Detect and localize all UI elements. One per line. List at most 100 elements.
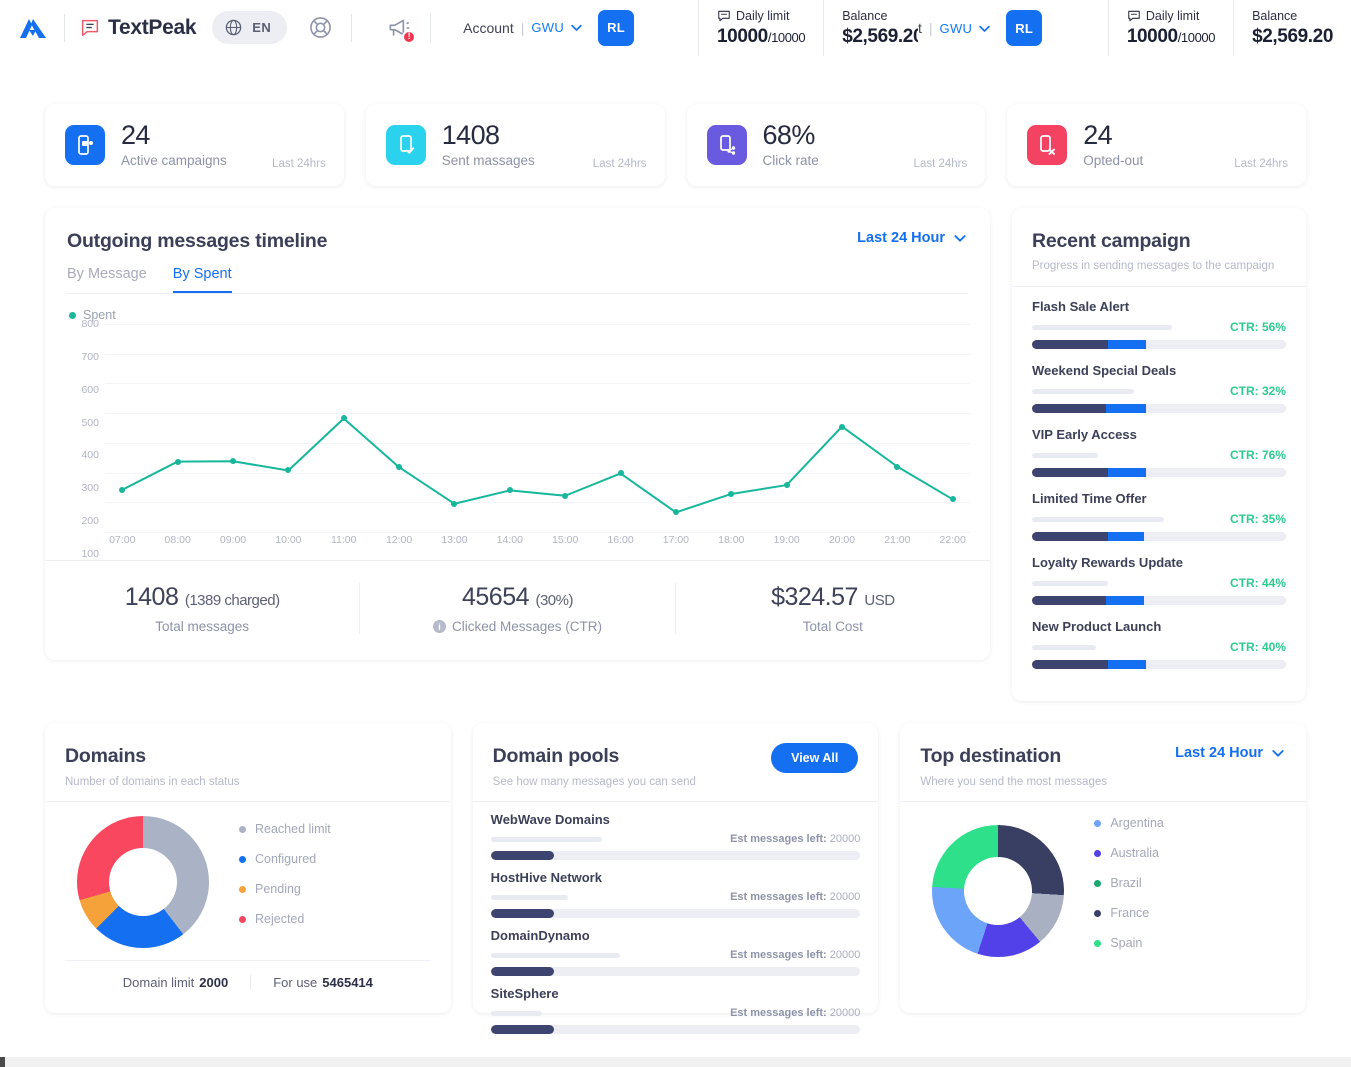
domain-pool-item[interactable]: SiteSphere Est messages left: 20000	[490, 986, 861, 1034]
account-selector[interactable]: Account | GWU	[463, 20, 584, 36]
x-axis-tick: 18:00	[718, 534, 745, 546]
campaign-icon	[65, 125, 105, 165]
chart-data-point[interactable]	[119, 486, 126, 493]
user-avatar-duplicate[interactable]: RL	[1006, 10, 1043, 46]
campaign-progress-delivered	[1108, 340, 1147, 349]
domain-pool-item[interactable]: HostHive Network Est messages left: 20000	[490, 870, 861, 918]
chart-data-point[interactable]	[617, 470, 624, 477]
chart-legend: Spent	[45, 294, 990, 322]
help-support-button[interactable]	[303, 11, 337, 45]
legend-item[interactable]: Spain	[1094, 936, 1164, 950]
chart-data-point[interactable]	[838, 423, 845, 430]
legend-item[interactable]: Australia	[1094, 846, 1164, 860]
top-destination-range-dropdown[interactable]: Last 24 Hour	[1175, 745, 1286, 761]
timeline-range-dropdown[interactable]: Last 24 Hour	[857, 230, 968, 246]
legend-color-dot	[239, 885, 246, 893]
domain-pool-item[interactable]: WebWave Domains Est messages left: 20000	[490, 812, 861, 860]
x-axis-tick: 11:00	[330, 534, 357, 546]
kpi-period: Last 24hrs	[913, 158, 968, 170]
campaign-meta: CTR: 32%	[1032, 384, 1286, 398]
account-org: GWU	[531, 20, 565, 35]
domain-pool-item[interactable]: DomainDynamo Est messages left: 20000	[490, 928, 861, 976]
summary-label: Total Cost	[802, 619, 863, 634]
campaign-item[interactable]: Limited Time Offer CTR: 35%	[1032, 491, 1286, 541]
legend-item[interactable]: Argentina	[1094, 816, 1164, 830]
campaign-skeleton-bar	[1032, 452, 1099, 458]
x-axis-tick: 21:00	[884, 534, 911, 546]
legend-color-dot	[1094, 909, 1102, 917]
legend-item[interactable]: Rejected	[239, 912, 331, 926]
chart-data-point[interactable]	[562, 492, 569, 499]
scrollbar-thumb[interactable]	[0, 1057, 5, 1067]
chart-data-point[interactable]	[230, 458, 237, 465]
domains-subtitle: Number of domains in each status	[65, 776, 240, 788]
domain-limit-value: 2000	[199, 975, 229, 990]
pool-est-value: 20000	[829, 949, 861, 961]
legend-item[interactable]: Brazil	[1094, 876, 1164, 890]
campaign-item[interactable]: Loyalty Rewards Update CTR: 44%	[1032, 555, 1286, 605]
campaign-ctr: CTR: 56%	[1229, 320, 1286, 334]
summary-label-row: i Clicked Messages (CTR)	[360, 619, 674, 634]
app-logo-icon[interactable]	[16, 13, 50, 43]
campaign-item[interactable]: New Product Launch CTR: 40%	[1032, 619, 1286, 669]
domain-foruse-stat: For use 5465414	[250, 975, 395, 990]
pool-est-messages: Est messages left: 20000	[730, 891, 860, 903]
chart-data-point[interactable]	[174, 458, 181, 465]
account-separator: |	[520, 19, 525, 36]
campaign-skeleton-bar	[1032, 516, 1165, 522]
campaign-meta: CTR: 56%	[1032, 320, 1286, 334]
x-axis-tick: 20:00	[828, 534, 856, 546]
chart-data-point[interactable]	[451, 500, 458, 507]
chart-data-point[interactable]	[285, 467, 292, 474]
top-destination-subtitle: Where you send the most messages	[920, 776, 1107, 788]
kpi-label: Opted-out	[1083, 152, 1144, 168]
pool-meta: Est messages left: 20000	[490, 891, 860, 903]
view-all-button[interactable]: View All	[771, 743, 859, 773]
campaign-item[interactable]: VIP Early Access CTR: 76%	[1032, 427, 1286, 477]
language-selector[interactable]: EN	[212, 11, 288, 44]
chart-data-point[interactable]	[672, 509, 679, 516]
daily-limit-block-primary: Daily limit 10000/10000	[699, 0, 823, 56]
pool-skeleton-bar	[490, 836, 602, 842]
domain-pool-list: WebWave Domains Est messages left: 20000 H…	[473, 802, 879, 1034]
legend-item[interactable]: Configured	[239, 852, 331, 866]
campaign-progress-sent	[1032, 660, 1109, 669]
campaign-item[interactable]: Weekend Special Deals CTR: 32%	[1032, 363, 1286, 413]
chart-data-point[interactable]	[894, 463, 901, 470]
chart-data-point[interactable]	[783, 482, 790, 489]
pool-progress-bar	[490, 851, 861, 860]
account-selector-duplicate[interactable]: t | GWU RL	[918, 0, 1047, 56]
campaign-item[interactable]: Flash Sale Alert CTR: 56%	[1032, 299, 1286, 349]
summary-label-row: Total messages	[45, 619, 359, 634]
timeline-tab[interactable]: By Spent	[172, 266, 232, 293]
legend-color-dot	[239, 825, 246, 833]
chart-data-point[interactable]	[949, 496, 956, 503]
timeline-tab[interactable]: By Message	[67, 266, 147, 293]
account-selector-dup-inner[interactable]: t | GWU	[918, 20, 992, 36]
legend-color-dot	[239, 855, 246, 863]
recent-campaign-title: Recent campaign	[1032, 230, 1191, 252]
kpi-value: 24	[121, 120, 150, 151]
pool-name: WebWave Domains	[490, 812, 610, 827]
info-icon[interactable]: i	[432, 620, 446, 633]
announcements-button[interactable]: !	[382, 11, 417, 45]
summary-value: 45654 (30%)	[360, 583, 674, 612]
legend-color-dot	[239, 915, 246, 923]
kpi-text: 24 Opted-out	[1083, 122, 1143, 168]
user-avatar[interactable]: RL	[598, 9, 635, 46]
chart-data-point[interactable]	[506, 487, 513, 494]
chart-data-point[interactable]	[340, 415, 347, 422]
chart-data-point[interactable]	[396, 464, 403, 471]
horizontal-scrollbar[interactable]	[0, 1057, 1351, 1067]
campaign-progress-delivered	[1108, 468, 1147, 477]
legend-item[interactable]: Reached limit	[239, 822, 331, 836]
legend-item[interactable]: Pending	[239, 882, 331, 896]
pool-meta: Est messages left: 20000	[490, 833, 860, 845]
legend-label: Brazil	[1110, 876, 1142, 890]
pool-progress-fill	[490, 909, 554, 918]
kpi-card: 68% Click rate Last 24hrs	[686, 104, 986, 186]
chart-data-point[interactable]	[728, 490, 735, 497]
chart-gridline	[105, 532, 970, 533]
brand: TextPeak	[79, 16, 197, 40]
legend-item[interactable]: France	[1094, 906, 1164, 920]
